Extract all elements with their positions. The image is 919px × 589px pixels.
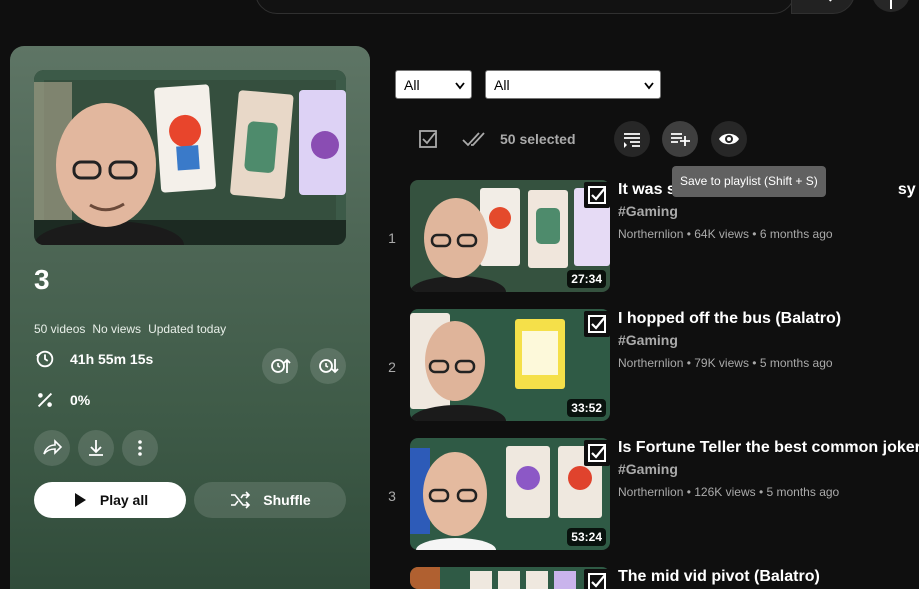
video-title-end: sy (Balatro) [897, 181, 919, 198]
playlist-add-icon [671, 133, 690, 146]
duration-badge: 33:52 [567, 399, 606, 417]
video-checkbox[interactable] [584, 569, 610, 589]
create-icon [890, 0, 892, 9]
view-count: 79K views [694, 356, 749, 370]
video-meta: Northernlion • 126K views • 5 months ago [618, 485, 840, 499]
video-thumbnail[interactable]: 53:24 [410, 438, 610, 550]
sort-down-icon [319, 359, 339, 374]
playlist-thumbnail[interactable] [34, 70, 346, 245]
shuffle-label: Shuffle [263, 492, 311, 508]
channel-name[interactable]: Northernlion [618, 227, 683, 241]
visibility-button[interactable] [711, 121, 747, 157]
filter-select-2[interactable]: All [485, 70, 661, 99]
search-icon [828, 0, 832, 2]
sort-playlist-button[interactable] [614, 121, 650, 157]
search-button[interactable] [791, 0, 855, 14]
duration-badge: 27:34 [567, 270, 606, 288]
shuffle-button[interactable]: Shuffle [194, 482, 346, 518]
clock-icon [36, 350, 54, 368]
search-input[interactable] [255, 0, 795, 14]
video-meta: Northernlion • 64K views • 6 months ago [618, 227, 833, 241]
video-hashtag[interactable]: #Gaming [618, 203, 678, 219]
checkbox-icon [419, 130, 437, 148]
shuffle-icon [231, 491, 251, 509]
upload-age: 6 months ago [759, 227, 833, 241]
total-duration-stat: 41h 55m 15s [34, 348, 153, 370]
save-to-playlist-tooltip: Save to playlist (Shift + S) [672, 166, 826, 197]
play-all-label: Play all [99, 492, 149, 508]
create-button[interactable] [872, 0, 910, 12]
video-title-start: It was s [618, 181, 676, 198]
sort-ascending-button[interactable] [262, 348, 298, 384]
share-icon [43, 439, 63, 455]
list-item[interactable]: The mid vid pivot (Balatro) [380, 567, 919, 589]
video-checkbox[interactable] [584, 311, 610, 337]
playlist-header-panel: 3 50 videos No views Updated today 41h 5… [10, 46, 370, 589]
checkbox-checked-icon [588, 573, 606, 589]
view-count: 126K views [694, 485, 756, 499]
save-to-playlist-button[interactable] [662, 121, 698, 157]
playlist-title: 3 [34, 264, 50, 295]
video-checkbox[interactable] [584, 440, 610, 466]
video-checkbox[interactable] [584, 182, 610, 208]
deselect-all-button[interactable] [460, 125, 488, 153]
playlist-meta: 50 videos No views Updated today [34, 322, 226, 336]
checkbox-checked-icon [588, 315, 606, 333]
sort-descending-button[interactable] [310, 348, 346, 384]
download-icon [89, 440, 103, 456]
video-thumbnail[interactable]: 33:52 [410, 309, 610, 421]
eye-icon [719, 133, 739, 145]
percent-icon [37, 392, 53, 408]
view-count: No views [92, 322, 142, 336]
progress-percent: 0% [70, 392, 91, 408]
channel-name[interactable]: Northernlion [618, 356, 683, 370]
more-vert-icon [138, 440, 142, 456]
video-title[interactable]: Is Fortune Teller the best common joker?… [618, 439, 919, 457]
video-hashtag[interactable]: #Gaming [618, 332, 678, 348]
video-title[interactable]: I hopped off the bus (Balatro) [618, 310, 841, 328]
list-item[interactable]: 1 27:34 It was s sy (Balatro) #Gaming Nor… [380, 180, 919, 292]
progress-stat: 0% [34, 389, 90, 411]
video-index: 2 [388, 359, 396, 375]
play-icon [74, 493, 86, 507]
filter-select-1-value: All [404, 76, 420, 93]
list-item[interactable]: 2 33:52 I hopped off the bus (Balatro) #… [380, 309, 919, 421]
select-all-checkbox[interactable] [414, 125, 442, 153]
video-thumbnail[interactable] [410, 567, 610, 589]
view-count: 64K views [694, 227, 749, 241]
chevron-down-icon [644, 82, 654, 90]
video-count: 50 videos [34, 322, 86, 336]
video-thumbnail[interactable]: 27:34 [410, 180, 610, 292]
checkbox-checked-icon [588, 444, 606, 462]
checkbox-checked-icon [588, 186, 606, 204]
upload-age: 5 months ago [766, 485, 840, 499]
channel-name[interactable]: Northernlion [618, 485, 683, 499]
duration-badge: 53:24 [567, 528, 606, 546]
chevron-down-icon [455, 82, 465, 90]
list-item[interactable]: 3 53:24 Is Fortune Teller the best commo… [380, 438, 919, 550]
sort-up-icon [271, 358, 291, 373]
playlist-sort-icon [624, 133, 640, 148]
updated-label: Updated today [148, 322, 227, 336]
video-meta: Northernlion • 79K views • 5 months ago [618, 356, 833, 370]
play-all-button[interactable]: Play all [34, 482, 186, 518]
video-hashtag[interactable]: #Gaming [618, 461, 678, 477]
double-check-icon [462, 132, 485, 147]
more-actions-button[interactable] [122, 430, 158, 466]
filter-select-1[interactable]: All [395, 70, 472, 99]
video-index: 1 [388, 230, 396, 246]
upload-age: 5 months ago [759, 356, 833, 370]
video-index: 3 [388, 488, 396, 504]
download-button[interactable] [78, 430, 114, 466]
total-duration: 41h 55m 15s [70, 351, 154, 367]
filter-select-2-value: All [494, 76, 510, 93]
selected-count: 50 selected [500, 131, 576, 147]
video-title[interactable]: The mid vid pivot (Balatro) [618, 568, 820, 586]
share-button[interactable] [34, 430, 70, 466]
